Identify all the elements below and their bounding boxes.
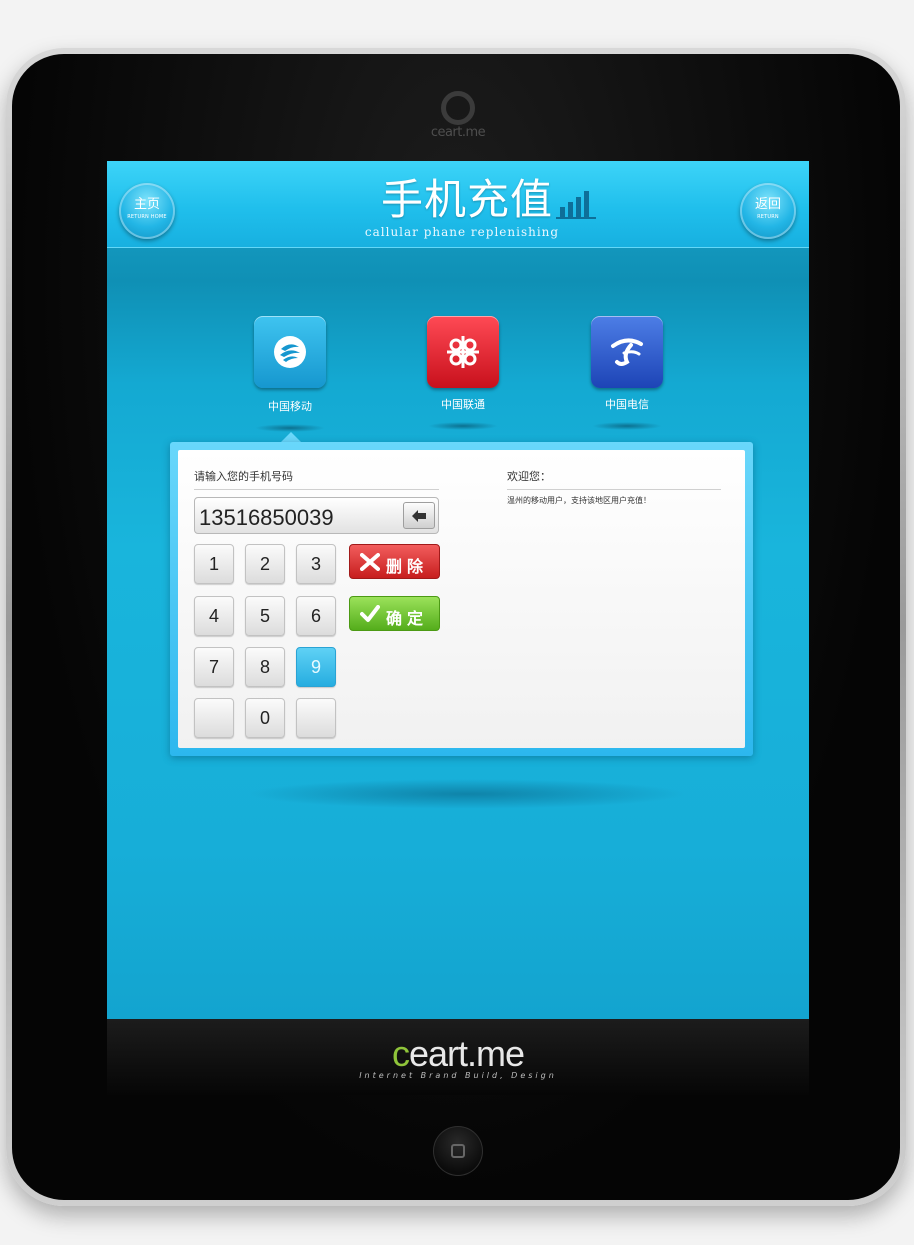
- delete-x-icon: [360, 553, 380, 571]
- camera-brand-text: ceart.me: [430, 125, 486, 140]
- signal-bars-icon: [556, 191, 596, 219]
- china-telecom-logo-icon: [611, 338, 643, 366]
- home-button-sublabel: RETURN HOME: [127, 214, 167, 220]
- logo-text: eart.me: [408, 1033, 525, 1074]
- backspace-button[interactable]: [403, 502, 435, 529]
- home-square-icon: [451, 1144, 465, 1158]
- key-7[interactable]: 7: [194, 647, 234, 687]
- recharge-panel-body: 请输入您的手机号码 13516850039 1 2 3 4 5 6 7 8 9 …: [178, 450, 745, 748]
- key-blank-left[interactable]: [194, 698, 234, 738]
- backspace-arrow-icon: [412, 510, 426, 522]
- logo-mark: c: [391, 1033, 410, 1074]
- china-mobile-tile: [254, 316, 326, 388]
- back-button-label: 返回: [754, 197, 781, 212]
- home-button-label: 主页: [133, 197, 160, 212]
- device-home-button[interactable]: [433, 1126, 483, 1176]
- page-subtitle: callular phane replenishing: [364, 225, 560, 239]
- phone-number-value: 13516850039: [199, 505, 334, 530]
- key-9[interactable]: 9: [296, 647, 336, 687]
- china-telecom-tile: [591, 316, 663, 388]
- recharge-app: 主页 RETURN HOME 手机充值 callular phane reple…: [107, 161, 809, 1019]
- ceart-logo: ceart.me: [107, 1033, 809, 1075]
- key-4[interactable]: 4: [194, 596, 234, 636]
- key-6[interactable]: 6: [296, 596, 336, 636]
- back-button-sublabel: RETURN: [757, 214, 779, 220]
- carrier-label: 中国联通: [441, 398, 485, 411]
- panel-shadow: [247, 779, 687, 809]
- carrier-shadow: [255, 424, 325, 432]
- delete-button[interactable]: 删除: [349, 544, 440, 579]
- key-5[interactable]: 5: [245, 596, 285, 636]
- confirm-button[interactable]: 确定: [349, 596, 440, 631]
- china-unicom-knot-icon: [447, 336, 479, 368]
- delete-button-label: 删除: [386, 557, 429, 576]
- page-title: 手机充值: [380, 175, 553, 224]
- carrier-label: 中国电信: [605, 398, 649, 411]
- carrier-shadow: [428, 422, 498, 430]
- key-blank-right[interactable]: [296, 698, 336, 738]
- tablet-screen: 主页 RETURN HOME 手机充值 callular phane reple…: [107, 161, 809, 1095]
- phone-prompt: 请输入您的手机号码: [194, 468, 439, 490]
- key-0[interactable]: 0: [245, 698, 285, 738]
- welcome-message: 温州的移动用户，支持该地区用户充值！: [507, 496, 651, 505]
- carrier-china-mobile[interactable]: 中国移动: [245, 316, 335, 432]
- phone-input[interactable]: 13516850039: [194, 497, 439, 534]
- key-8[interactable]: 8: [245, 647, 285, 687]
- china-mobile-logo-icon: [274, 336, 306, 368]
- screen-footer: ceart.me Internet Brand Build, Design: [107, 1019, 809, 1095]
- confirm-button-label: 确定: [386, 609, 429, 628]
- welcome-title: 欢迎您：: [507, 468, 721, 490]
- carrier-shadow: [592, 422, 662, 430]
- back-button[interactable]: 返回 RETURN: [740, 183, 796, 239]
- key-2[interactable]: 2: [245, 544, 285, 584]
- key-1[interactable]: 1: [194, 544, 234, 584]
- logo-tagline: Internet Brand Build, Design: [359, 1071, 557, 1080]
- top-bar: 主页 RETURN HOME 手机充值 callular phane reple…: [107, 161, 809, 248]
- carrier-china-telecom[interactable]: 中国电信: [582, 316, 672, 430]
- carrier-label: 中国移动: [268, 400, 312, 413]
- china-unicom-tile: [427, 316, 499, 388]
- camera-icon: [441, 91, 475, 125]
- home-button[interactable]: 主页 RETURN HOME: [119, 183, 175, 239]
- carrier-china-unicom[interactable]: 中国联通: [418, 316, 508, 430]
- checkmark-icon: [360, 605, 380, 622]
- key-3[interactable]: 3: [296, 544, 336, 584]
- recharge-panel: 请输入您的手机号码 13516850039 1 2 3 4 5 6 7 8 9 …: [170, 442, 753, 756]
